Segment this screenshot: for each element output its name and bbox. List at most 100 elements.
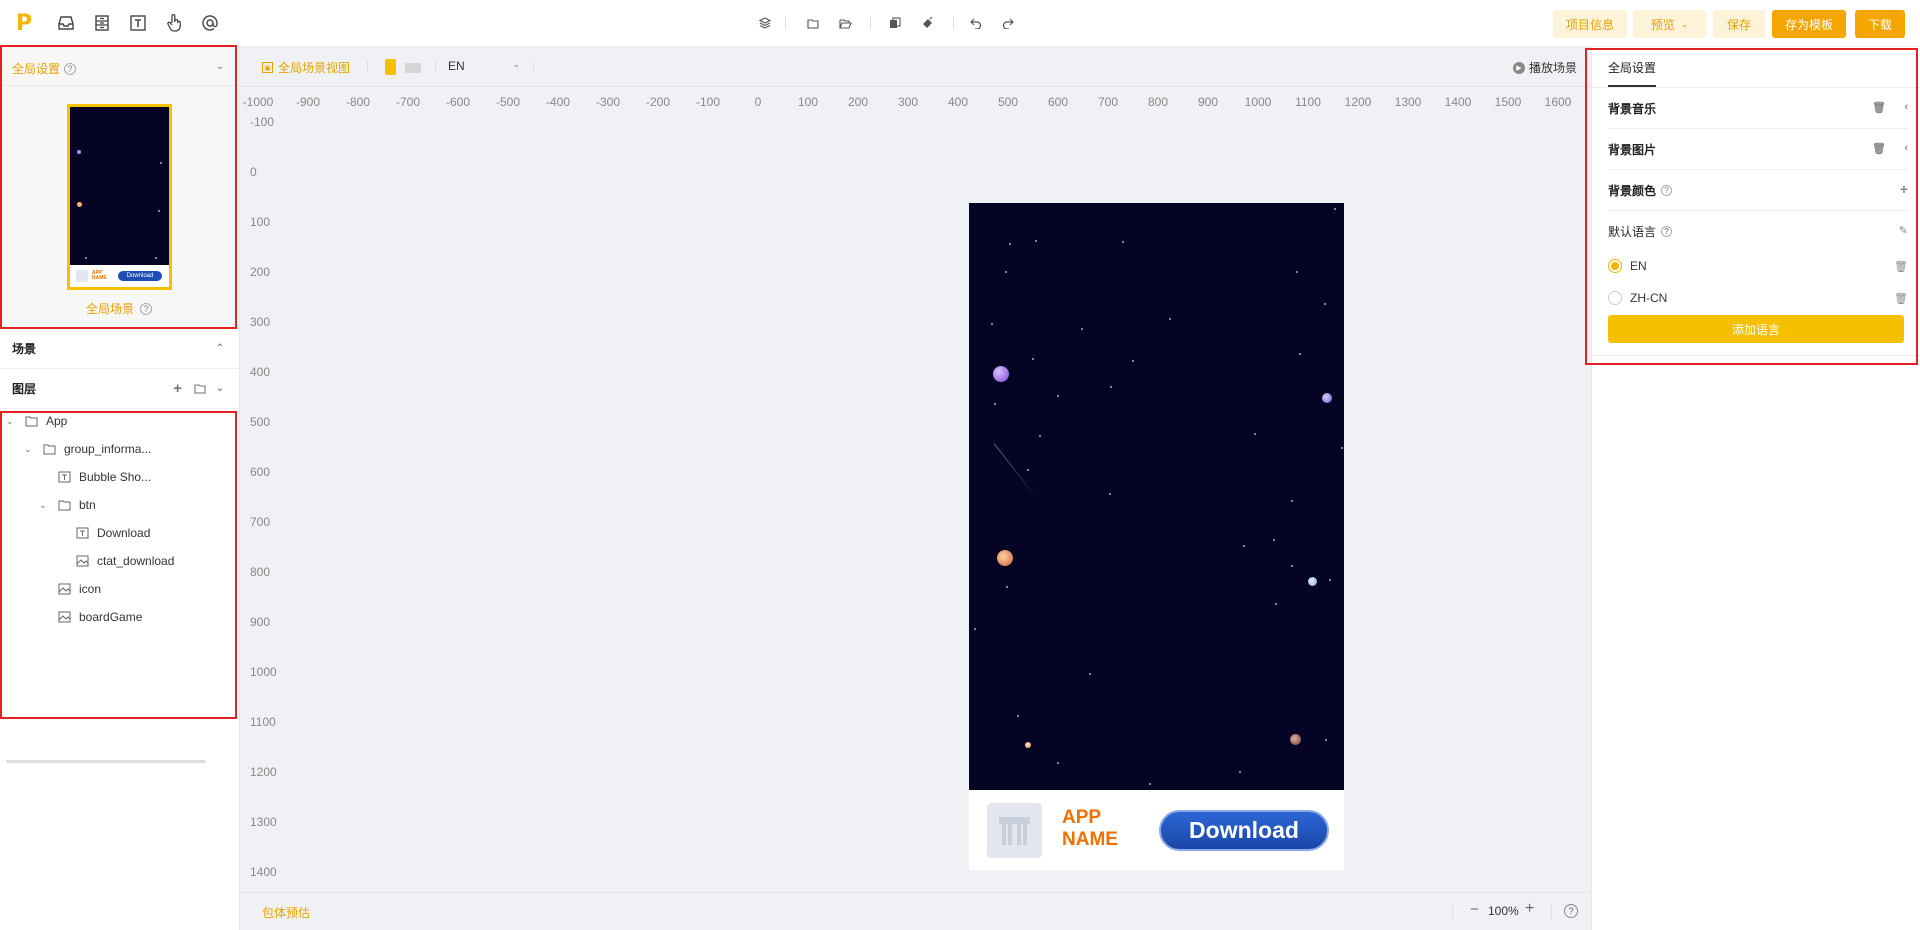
ruler-y-tick: 1000 bbox=[250, 665, 277, 679]
layers-doc-icon[interactable] bbox=[91, 12, 113, 34]
lang-option-zh[interactable]: ZH-CN 🗑 bbox=[1608, 286, 1908, 310]
scene-label: 场景 bbox=[12, 342, 37, 356]
tree-item-ctat-download[interactable]: ctat_download bbox=[75, 550, 174, 572]
scene-preview-footer[interactable]: APP NAME Download bbox=[969, 790, 1344, 870]
zoom-out-icon[interactable]: − bbox=[1470, 901, 1479, 918]
ruler-horizontal: -1000 -900 -800 -700 -600 -500 -400 -300 -200 -10… bbox=[243, 95, 1612, 115]
star bbox=[1057, 762, 1059, 764]
ruler-y-tick: 800 bbox=[250, 565, 271, 579]
radio-selected[interactable] bbox=[1608, 259, 1622, 273]
redo-icon[interactable] bbox=[1001, 16, 1015, 30]
package-estimate-link[interactable]: 包体预估 bbox=[262, 904, 310, 921]
tree-item-label: boardGame bbox=[79, 610, 143, 624]
ruler-x-tick: 200 bbox=[847, 95, 869, 109]
preview-button[interactable]: 预览 ⌄ bbox=[1633, 10, 1706, 38]
folder-icon[interactable] bbox=[806, 16, 820, 30]
device-portrait-toggle[interactable] bbox=[385, 59, 396, 75]
divider bbox=[1551, 906, 1552, 918]
at-icon[interactable] bbox=[199, 12, 221, 34]
inbox-icon[interactable] bbox=[55, 12, 77, 34]
divider bbox=[0, 85, 238, 86]
brush-icon[interactable] bbox=[920, 16, 934, 30]
trash-icon[interactable]: 🗑 bbox=[1872, 142, 1886, 155]
folder-icon[interactable] bbox=[194, 383, 206, 397]
chevron-down-icon: ⌄ bbox=[512, 59, 520, 69]
scene-preview[interactable] bbox=[969, 203, 1344, 870]
footer-download-button[interactable]: Download bbox=[1159, 810, 1329, 851]
bg-color-row[interactable]: 背景颜色 ? + bbox=[1608, 170, 1908, 211]
download-button[interactable]: 下载 bbox=[1855, 10, 1905, 38]
tree-item-boardgame[interactable]: boardGame bbox=[57, 606, 142, 628]
radio-unselected[interactable] bbox=[1608, 291, 1622, 305]
chevron-down-icon[interactable]: ⌄ bbox=[216, 61, 224, 72]
zoom-in-icon[interactable]: + bbox=[1525, 900, 1534, 918]
app-icon bbox=[987, 803, 1042, 858]
canvas-toolbar: ▣ 全局场景视图 EN ⌄ ▶ 播放场景 bbox=[240, 47, 1591, 87]
chevron-down-icon[interactable]: ⌄ bbox=[24, 444, 36, 455]
chevron-down-icon[interactable]: ⌄ bbox=[39, 500, 51, 511]
ruler-x-tick: 500 bbox=[997, 95, 1019, 109]
help-icon[interactable]: ? bbox=[1564, 904, 1578, 918]
trash-icon[interactable]: 🗑 bbox=[1894, 292, 1908, 305]
save-button[interactable]: 保存 bbox=[1713, 10, 1765, 38]
bg-image-row[interactable]: 背景图片 🗑 ‹ bbox=[1608, 129, 1908, 170]
layers-section-header: 图层 + ⌄ bbox=[0, 369, 238, 409]
undo-icon[interactable] bbox=[969, 16, 983, 30]
touch-icon[interactable] bbox=[163, 12, 185, 34]
star bbox=[1017, 715, 1019, 717]
scene-view-icon: ▣ bbox=[262, 62, 273, 73]
add-icon[interactable]: + bbox=[173, 380, 182, 397]
tree-item-app[interactable]: ⌄ App bbox=[6, 410, 67, 432]
scene-thumbnail[interactable]: APP NAME Download bbox=[67, 104, 172, 290]
star bbox=[1324, 303, 1326, 305]
text-icon bbox=[57, 471, 71, 483]
bg-music-row[interactable]: 背景音乐 🗑 ‹ bbox=[1608, 88, 1908, 129]
tree-item-group[interactable]: ⌄ group_informa... bbox=[24, 438, 151, 460]
left-panel: 全局设置 ? ⌄ APP NAME Download 全局场景 ? 场景 ⌃ 图… bbox=[0, 47, 240, 930]
language-select[interactable]: EN ⌄ bbox=[448, 59, 520, 73]
tree-item-icon[interactable]: icon bbox=[57, 578, 101, 600]
horizontal-scrollbar[interactable] bbox=[6, 760, 206, 763]
ruler-x-tick: -200 bbox=[645, 95, 671, 109]
text-icon[interactable] bbox=[127, 12, 149, 34]
right-panel: 全局设置 背景音乐 🗑 ‹ 背景图片 🗑 ‹ 背景颜色 ? + 默认语言 ? ✎… bbox=[1591, 47, 1920, 930]
planet bbox=[1322, 393, 1332, 403]
trash-icon[interactable]: 🗑 bbox=[1894, 260, 1908, 273]
tree-item-download[interactable]: Download bbox=[75, 522, 150, 544]
chevron-down-icon[interactable]: ⌄ bbox=[6, 416, 18, 427]
default-lang-row: 默认语言 ? ✎ bbox=[1608, 211, 1908, 252]
device-landscape-toggle[interactable] bbox=[405, 63, 421, 73]
thumbnail-app-icon bbox=[76, 270, 88, 282]
folder-open-icon[interactable] bbox=[838, 16, 852, 30]
ruler-y-tick: -100 bbox=[250, 115, 275, 129]
copy-icon[interactable] bbox=[888, 16, 902, 30]
add-language-button[interactable]: 添加语言 bbox=[1608, 315, 1904, 343]
ruler-vertical: -100 0 100 200 300 400 500 600 700 800 900 1000 1100… bbox=[240, 115, 280, 930]
edit-icon[interactable]: ✎ bbox=[1899, 224, 1908, 237]
global-settings-header[interactable]: 全局设置 ? bbox=[12, 60, 77, 77]
chevron-down-icon[interactable]: ⌄ bbox=[216, 383, 224, 394]
star bbox=[1039, 435, 1041, 437]
tree-item-bubble-shooter[interactable]: Bubble Sho... bbox=[57, 466, 151, 488]
chevron-left-icon[interactable]: ‹ bbox=[1904, 101, 1908, 113]
add-icon[interactable]: + bbox=[1900, 181, 1908, 197]
save-template-button[interactable]: 存为模板 bbox=[1772, 10, 1846, 38]
stack-icon[interactable] bbox=[758, 16, 772, 30]
project-info-button[interactable]: 项目信息 bbox=[1553, 10, 1627, 38]
global-scene-caption[interactable]: 全局场景 ? bbox=[0, 300, 238, 317]
lang-option-en[interactable]: EN 🗑 bbox=[1608, 254, 1908, 278]
shooting-star bbox=[993, 443, 1038, 499]
chevron-up-icon[interactable]: ⌃ bbox=[216, 343, 224, 354]
planet-dot bbox=[77, 150, 81, 154]
tab-global-settings[interactable]: 全局设置 bbox=[1608, 59, 1657, 87]
scene-section-header[interactable]: 场景 ⌃ bbox=[0, 329, 238, 369]
planet bbox=[1025, 742, 1031, 748]
play-scene-button[interactable]: ▶ 播放场景 bbox=[1512, 59, 1577, 76]
planet bbox=[1290, 734, 1301, 745]
scene-view-button[interactable]: ▣ 全局场景视图 bbox=[262, 59, 350, 76]
thumbnail-app-name: APP NAME bbox=[92, 270, 107, 281]
chevron-left-icon[interactable]: ‹ bbox=[1904, 142, 1908, 154]
trash-icon[interactable]: 🗑 bbox=[1872, 101, 1886, 114]
tree-item-btn[interactable]: ⌄ btn bbox=[39, 494, 96, 516]
app-logo: P bbox=[16, 11, 33, 36]
